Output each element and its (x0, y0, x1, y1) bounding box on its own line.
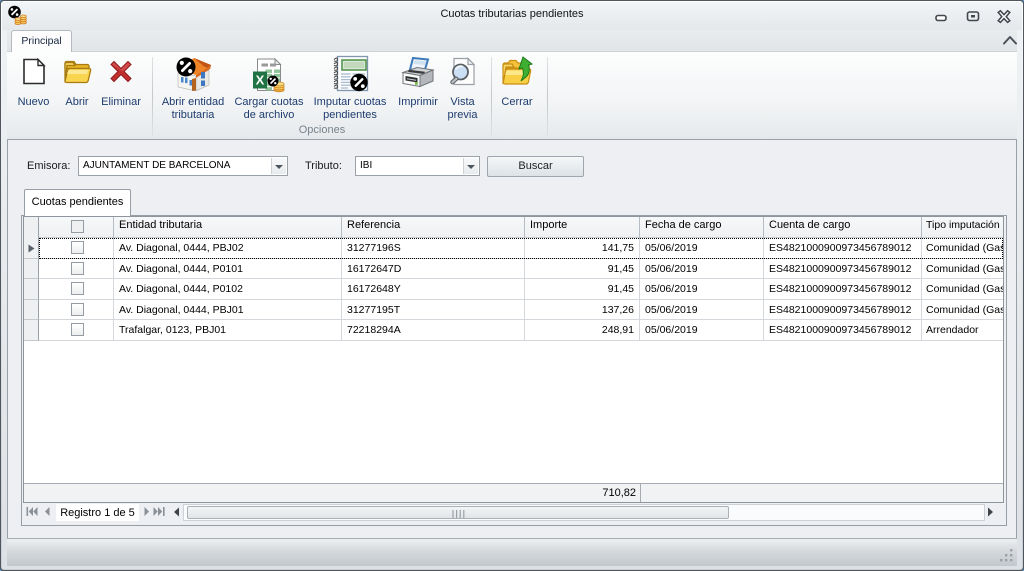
svg-text:X: X (256, 73, 265, 88)
